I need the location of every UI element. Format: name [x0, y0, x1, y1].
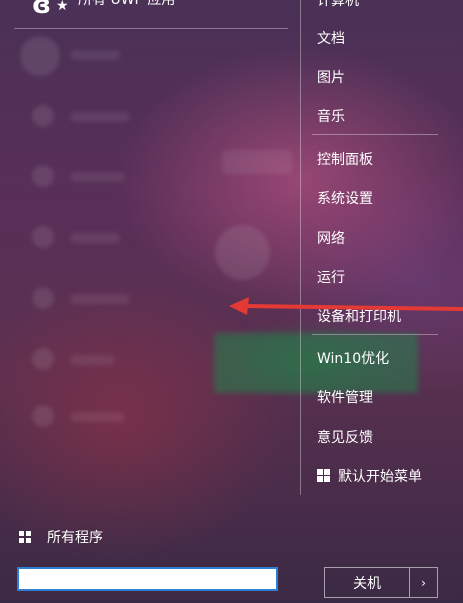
header-divider: [14, 28, 288, 29]
menu-item-documents[interactable]: 文档: [317, 28, 345, 48]
search-input[interactable]: [17, 567, 278, 591]
all-programs-label: 所有程序: [47, 530, 103, 546]
all-programs-icon: [19, 531, 31, 543]
menu-item-default-start-menu[interactable]: 默认开始菜单: [317, 466, 422, 486]
menu-item-pictures[interactable]: 图片: [317, 67, 345, 87]
apps-header: ɞ ★ 所有 UWP 应用: [14, 0, 286, 30]
all-programs-button[interactable]: 所有程序: [19, 527, 103, 547]
red-arrow-annotation: [229, 297, 463, 315]
menu-item-system-settings[interactable]: 系统设置: [317, 188, 373, 208]
shutdown-group: 关机 ›: [324, 567, 438, 598]
default-start-menu-label: 默认开始菜单: [338, 469, 422, 485]
star-icon: ★: [56, 0, 69, 14]
menu-item-music[interactable]: 音乐: [317, 106, 345, 126]
menu-separator: [312, 134, 438, 135]
shutdown-button[interactable]: 关机: [325, 568, 409, 597]
menu-separator: [312, 334, 438, 335]
windows-icon: [317, 469, 330, 482]
uwp-apps-title[interactable]: 所有 UWP 应用: [78, 0, 175, 9]
menu-item-software-manager[interactable]: 软件管理: [317, 387, 373, 407]
column-divider: [300, 0, 301, 495]
menu-item-computer[interactable]: 计算机: [317, 0, 359, 10]
menu-item-control-panel[interactable]: 控制面板: [317, 149, 373, 169]
menu-item-feedback[interactable]: 意见反馈: [317, 427, 373, 447]
menu-item-network[interactable]: 网络: [317, 228, 345, 248]
app-logo-icon: ɞ: [32, 0, 51, 20]
menu-item-win10-optimize[interactable]: Win10优化: [317, 348, 389, 368]
menu-item-run[interactable]: 运行: [317, 267, 345, 287]
shutdown-options-chevron-icon[interactable]: ›: [409, 568, 437, 597]
